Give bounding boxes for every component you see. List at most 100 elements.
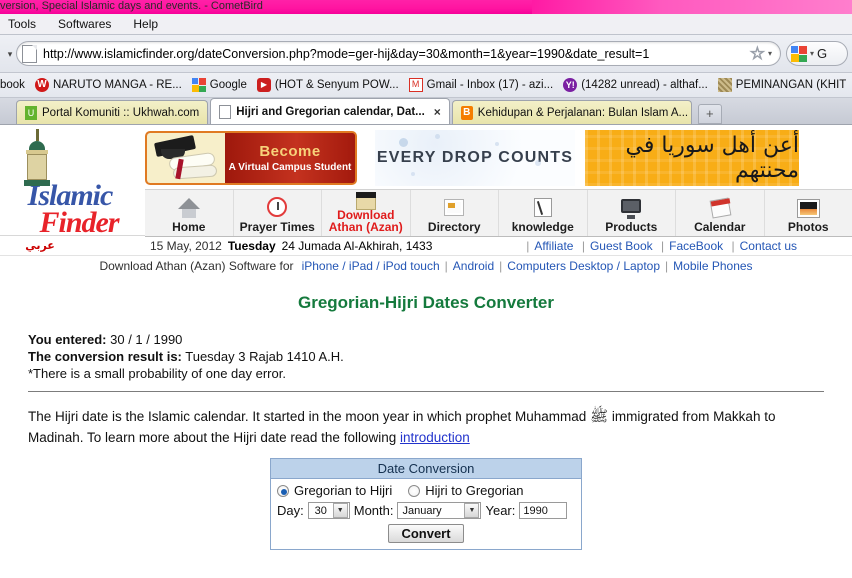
nav-label: Directory bbox=[427, 220, 481, 234]
nav-item-home[interactable]: Home bbox=[145, 190, 234, 236]
ad-virtual-campus[interactable]: Become A Virtual Campus Student bbox=[145, 131, 357, 185]
bookmark-item[interactable]: Google bbox=[187, 78, 252, 92]
site-logo[interactable]: Islamic Finder bbox=[0, 125, 140, 238]
youtube-icon: ▶ bbox=[256, 78, 271, 92]
date-conversion-form: Date Conversion Gregorian to Hijri Hijri… bbox=[270, 458, 582, 550]
menu-item-softwares[interactable]: Softwares bbox=[54, 16, 115, 32]
nav-item-knowledge[interactable]: knowledge bbox=[499, 190, 588, 236]
arabic-language-link[interactable]: عربي bbox=[10, 239, 70, 252]
bookmark-label: book bbox=[0, 79, 25, 91]
convert-row: Convert bbox=[277, 524, 575, 543]
nav-label: Photos bbox=[787, 220, 829, 234]
hijri-description: The Hijri date is the Islamic calendar. … bbox=[28, 406, 824, 448]
tab-portal-komuniti[interactable]: U Portal Komuniti :: Ukhwah.com bbox=[16, 100, 209, 124]
month-select[interactable]: January ▼ bbox=[397, 502, 482, 519]
bookmark-item[interactable]: W NARUTO MANGA - RE... bbox=[30, 78, 187, 92]
banner-row: Become A Virtual Campus Student EVERY DR… bbox=[140, 125, 852, 186]
site-header: Islamic Finder Become A Virtual Campus S… bbox=[0, 125, 852, 238]
nav-item-calendar[interactable]: Calendar bbox=[676, 190, 765, 236]
radio-hijri-label: Hijri to Gregorian bbox=[425, 483, 524, 498]
description-part1: The Hijri date is the Islamic calendar. … bbox=[28, 409, 591, 424]
new-tab-button[interactable]: + bbox=[697, 104, 722, 124]
nav-item-download-athan[interactable]: Download Athan (Azan) bbox=[322, 190, 411, 236]
bookmark-label: (14282 unread) - althaf... bbox=[581, 79, 708, 91]
image-icon bbox=[717, 78, 732, 92]
nav-label: Home bbox=[172, 220, 206, 234]
bookmark-item[interactable]: PEMINANGAN (KHIT bbox=[713, 78, 852, 92]
bookmark-item[interactable]: M Gmail - Inbox (17) - azi... bbox=[404, 78, 559, 92]
nav-item-prayer-times[interactable]: Prayer Times bbox=[234, 190, 322, 236]
entered-line: You entered: 30 / 1 / 1990 bbox=[28, 331, 824, 348]
tab-hijri-gregorian-calendar[interactable]: Hijri and Gregorian calendar, Dat... × bbox=[210, 98, 450, 124]
day-select[interactable]: 30 ▼ bbox=[307, 502, 350, 519]
nav-item-products[interactable]: Products bbox=[588, 190, 676, 236]
bookmark-label: PEMINANGAN (KHIT bbox=[735, 79, 847, 91]
menu-item-tools[interactable]: Tools bbox=[4, 16, 40, 32]
bookmark-dropdown-icon[interactable]: ▾ bbox=[768, 49, 772, 58]
radio-gregorian-to-hijri[interactable] bbox=[277, 484, 289, 497]
result-value: Tuesday 3 Rajab 1410 A.H. bbox=[185, 349, 344, 364]
convert-button[interactable]: Convert bbox=[388, 524, 464, 543]
home-icon bbox=[177, 197, 201, 219]
site-nav-bar: Home Prayer Times Download Athan (Azan) … bbox=[145, 189, 852, 237]
ukhwah-icon: U bbox=[25, 105, 37, 120]
ad-every-drop-counts[interactable]: EVERY DROP COUNTS bbox=[375, 130, 575, 186]
month-label: Month: bbox=[353, 503, 394, 518]
header-right: Become A Virtual Campus Student EVERY DR… bbox=[140, 125, 852, 237]
nav-label-line2: Athan (Azan) bbox=[328, 220, 403, 234]
conversion-mode-row: Gregorian to Hijri Hijri to Gregorian bbox=[277, 483, 575, 498]
bookmark-star-icon[interactable]: ☆ bbox=[749, 44, 765, 63]
nav-label: knowledge bbox=[511, 220, 574, 234]
bookmark-item[interactable]: Y! (14282 unread) - althaf... bbox=[558, 78, 713, 92]
tab-label: Portal Komuniti :: Ukhwah.com bbox=[42, 106, 200, 119]
tab-kehidupan-perjalanan[interactable]: B Kehidupan & Perjalanan: Bulan Islam A.… bbox=[451, 100, 692, 124]
radio-gregorian-label: Gregorian to Hijri bbox=[294, 483, 393, 498]
photo-icon bbox=[796, 197, 820, 219]
link-guest-book[interactable]: Guest Book bbox=[590, 239, 653, 253]
nav-item-photos[interactable]: Photos bbox=[765, 190, 852, 236]
link-android[interactable]: Android bbox=[453, 259, 494, 273]
google-icon bbox=[191, 78, 206, 92]
notebook-pen-icon bbox=[531, 197, 555, 219]
link-iphone-ipad-ipod[interactable]: iPhone / iPad / iPod touch bbox=[302, 259, 440, 273]
entered-label: You entered: bbox=[28, 332, 107, 347]
directory-icon bbox=[442, 197, 466, 219]
search-engine-dropdown-icon[interactable]: ▾ bbox=[810, 49, 814, 58]
yahoo-icon: Y! bbox=[563, 78, 578, 92]
menu-bar: Tools Softwares Help bbox=[0, 14, 852, 35]
main-content: Gregorian-Hijri Dates Converter You ente… bbox=[0, 275, 852, 550]
chevron-down-icon[interactable]: ▼ bbox=[464, 503, 480, 518]
bookmark-item[interactable]: ▶ (HOT & Senyum POW... bbox=[252, 78, 404, 92]
link-contact-us[interactable]: Contact us bbox=[740, 239, 797, 253]
ad-campus-line1: Become bbox=[259, 143, 321, 160]
ad-syria-arabic[interactable]: أعن أهل سوريا في محنتهم bbox=[585, 130, 799, 186]
hijri-date: 24 Jumada Al-Akhirah, 1433 bbox=[281, 238, 433, 253]
address-bar[interactable]: http://www.islamicfinder.org/dateConvers… bbox=[16, 41, 781, 66]
nav-label: Products bbox=[605, 220, 658, 234]
search-box[interactable]: ▾ G bbox=[786, 41, 848, 66]
year-input[interactable] bbox=[519, 502, 568, 519]
nav-item-directory[interactable]: Directory bbox=[411, 190, 499, 236]
result-line: The conversion result is: Tuesday 3 Raja… bbox=[28, 348, 824, 365]
tab-label: Kehidupan & Perjalanan: Bulan Islam A... bbox=[477, 106, 689, 119]
close-icon[interactable]: × bbox=[434, 105, 441, 119]
bookmark-label: (HOT & Senyum POW... bbox=[274, 79, 399, 91]
link-computers-desktop-laptop[interactable]: Computers Desktop / Laptop bbox=[507, 259, 660, 273]
menu-item-help[interactable]: Help bbox=[129, 16, 162, 32]
entered-value: 30 / 1 / 1990 bbox=[110, 332, 183, 347]
link-affiliate[interactable]: Affiliate bbox=[534, 239, 573, 253]
link-facebook[interactable]: FaceBook bbox=[669, 239, 723, 253]
top-links: | Affiliate | Guest Book | FaceBook | Contac… bbox=[526, 238, 797, 253]
link-mobile-phones[interactable]: Mobile Phones bbox=[673, 259, 752, 273]
search-engine-label: G bbox=[817, 46, 828, 61]
bookmark-item[interactable]: book bbox=[0, 79, 30, 91]
month-value: January bbox=[402, 504, 442, 517]
back-forward-dropdown-icon[interactable]: ▾ bbox=[4, 39, 16, 69]
page-content: Islamic Finder Become A Virtual Campus S… bbox=[0, 125, 852, 568]
chevron-down-icon[interactable]: ▼ bbox=[332, 503, 348, 518]
introduction-link[interactable]: introduction bbox=[400, 430, 470, 445]
radio-hijri-to-gregorian[interactable] bbox=[408, 484, 421, 497]
url-text: http://www.islamicfinder.org/dateConvers… bbox=[43, 46, 650, 61]
bookmark-label: NARUTO MANGA - RE... bbox=[52, 79, 182, 91]
page-title: Gregorian-Hijri Dates Converter bbox=[297, 293, 554, 312]
